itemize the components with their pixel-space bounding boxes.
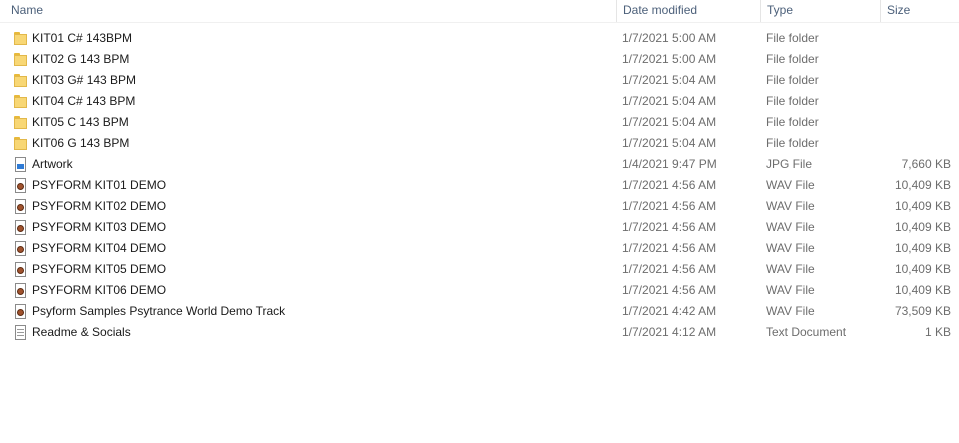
file-date-modified: 1/7/2021 5:00 AM xyxy=(622,31,717,45)
file-type: File folder xyxy=(766,31,819,45)
file-type: WAV File xyxy=(766,262,815,276)
file-row[interactable]: KIT04 C# 143 BPM 1/7/2021 5:04 AM File fol… xyxy=(0,91,959,112)
file-date-modified: 1/7/2021 4:56 AM xyxy=(622,199,717,213)
file-name: KIT03 G# 143 BPM xyxy=(32,73,137,87)
file-row[interactable]: PSYFORM KIT06 DEMO 1/7/2021 4:56 AM WAV Fi… xyxy=(0,280,959,301)
file-name: KIT04 C# 143 BPM xyxy=(32,94,136,108)
file-row[interactable]: KIT05 C 143 BPM 1/7/2021 5:04 AM File fold… xyxy=(0,112,959,133)
file-size: 10,409 KB xyxy=(894,178,951,192)
text-file-icon xyxy=(13,325,29,340)
file-date-modified: 1/7/2021 5:04 AM xyxy=(622,73,717,87)
file-date-modified: 1/7/2021 4:12 AM xyxy=(622,325,717,339)
wav-file-icon xyxy=(13,304,29,319)
file-row[interactable]: PSYFORM KIT03 DEMO 1/7/2021 4:56 AM WAV Fi… xyxy=(0,217,959,238)
wav-file-icon xyxy=(13,220,29,235)
file-row[interactable]: PSYFORM KIT01 DEMO 1/7/2021 4:56 AM WAV Fi… xyxy=(0,175,959,196)
wav-file-icon xyxy=(13,199,29,214)
file-list: KIT01 C# 143BPM 1/7/2021 5:00 AM File fold… xyxy=(0,28,959,343)
file-row[interactable]: Readme & Socials 1/7/2021 4:12 AM Text Doc… xyxy=(0,322,959,343)
file-date-modified: 1/4/2021 9:47 PM xyxy=(622,157,717,171)
file-type: File folder xyxy=(766,73,819,87)
wav-file-icon xyxy=(13,283,29,298)
file-type: File folder xyxy=(766,136,819,150)
file-name: PSYFORM KIT02 DEMO xyxy=(32,199,167,213)
file-type: WAV File xyxy=(766,283,815,297)
file-row[interactable]: PSYFORM KIT05 DEMO 1/7/2021 4:56 AM WAV Fi… xyxy=(0,259,959,280)
column-header-date-modified[interactable]: Date modified xyxy=(616,0,759,22)
file-date-modified: 1/7/2021 4:56 AM xyxy=(622,262,717,276)
file-name: KIT01 C# 143BPM xyxy=(32,31,133,45)
file-row[interactable]: KIT06 G 143 BPM 1/7/2021 5:04 AM File fold… xyxy=(0,133,959,154)
file-date-modified: 1/7/2021 4:56 AM xyxy=(622,220,717,234)
wav-file-icon xyxy=(13,241,29,256)
file-name: KIT05 C 143 BPM xyxy=(32,115,129,129)
folder-icon xyxy=(13,73,29,88)
file-name: PSYFORM KIT03 DEMO xyxy=(32,220,167,234)
wav-file-icon xyxy=(13,262,29,277)
jpg-file-icon xyxy=(13,157,29,172)
file-date-modified: 1/7/2021 5:04 AM xyxy=(622,136,717,150)
file-name: Artwork xyxy=(32,157,73,171)
file-name: PSYFORM KIT01 DEMO xyxy=(32,178,167,192)
file-date-modified: 1/7/2021 5:00 AM xyxy=(622,52,717,66)
file-size: 73,509 KB xyxy=(894,304,951,318)
file-row[interactable]: PSYFORM KIT02 DEMO 1/7/2021 4:56 AM WAV Fi… xyxy=(0,196,959,217)
column-header-name[interactable]: Name xyxy=(5,0,615,22)
file-size: 10,409 KB xyxy=(894,262,951,276)
file-type: JPG File xyxy=(766,157,813,171)
file-size: 10,409 KB xyxy=(894,220,951,234)
file-explorer: Name Date modified Type Size KIT01 C# 14… xyxy=(0,0,959,443)
folder-icon xyxy=(13,115,29,130)
file-size: 10,409 KB xyxy=(894,283,951,297)
file-row[interactable]: Psyform Samples Psytrance World Demo Tra… xyxy=(0,301,959,322)
file-name: PSYFORM KIT04 DEMO xyxy=(32,241,167,255)
file-size: 1 KB xyxy=(924,325,951,339)
file-date-modified: 1/7/2021 4:56 AM xyxy=(622,178,717,192)
file-name: Readme & Socials xyxy=(32,325,131,339)
file-name: PSYFORM KIT05 DEMO xyxy=(32,262,167,276)
file-row[interactable]: PSYFORM KIT04 DEMO 1/7/2021 4:56 AM WAV Fi… xyxy=(0,238,959,259)
folder-icon xyxy=(13,52,29,67)
file-type: File folder xyxy=(766,94,819,108)
file-name: PSYFORM KIT06 DEMO xyxy=(32,283,167,297)
file-name: KIT06 G 143 BPM xyxy=(32,136,130,150)
file-type: WAV File xyxy=(766,199,815,213)
file-type: File folder xyxy=(766,52,819,66)
file-date-modified: 1/7/2021 4:42 AM xyxy=(622,304,717,318)
file-date-modified: 1/7/2021 5:04 AM xyxy=(622,115,717,129)
folder-icon xyxy=(13,31,29,46)
file-size: 10,409 KB xyxy=(894,199,951,213)
file-size: 7,660 KB xyxy=(901,157,951,171)
column-header-size[interactable]: Size xyxy=(880,0,959,22)
file-type: File folder xyxy=(766,115,819,129)
file-type: WAV File xyxy=(766,241,815,255)
file-row[interactable]: KIT01 C# 143BPM 1/7/2021 5:00 AM File fold… xyxy=(0,28,959,49)
file-size: 10,409 KB xyxy=(894,241,951,255)
folder-icon xyxy=(13,136,29,151)
file-date-modified: 1/7/2021 5:04 AM xyxy=(622,94,717,108)
file-type: WAV File xyxy=(766,220,815,234)
folder-icon xyxy=(13,94,29,109)
file-date-modified: 1/7/2021 4:56 AM xyxy=(622,241,717,255)
file-row[interactable]: KIT03 G# 143 BPM 1/7/2021 5:04 AM File fol… xyxy=(0,70,959,91)
file-name: Psyform Samples Psytrance World Demo Tra… xyxy=(32,304,286,318)
file-type: Text Document xyxy=(766,325,847,339)
column-header-type[interactable]: Type xyxy=(760,0,879,22)
file-row[interactable]: Artwork 1/4/2021 9:47 PM JPG File 7,660 KB xyxy=(0,154,959,175)
file-name: KIT02 G 143 BPM xyxy=(32,52,130,66)
file-row[interactable]: KIT02 G 143 BPM 1/7/2021 5:00 AM File fold… xyxy=(0,49,959,70)
column-header-bar: Name Date modified Type Size xyxy=(0,0,959,23)
file-type: WAV File xyxy=(766,304,815,318)
wav-file-icon xyxy=(13,178,29,193)
file-date-modified: 1/7/2021 4:56 AM xyxy=(622,283,717,297)
file-type: WAV File xyxy=(766,178,815,192)
